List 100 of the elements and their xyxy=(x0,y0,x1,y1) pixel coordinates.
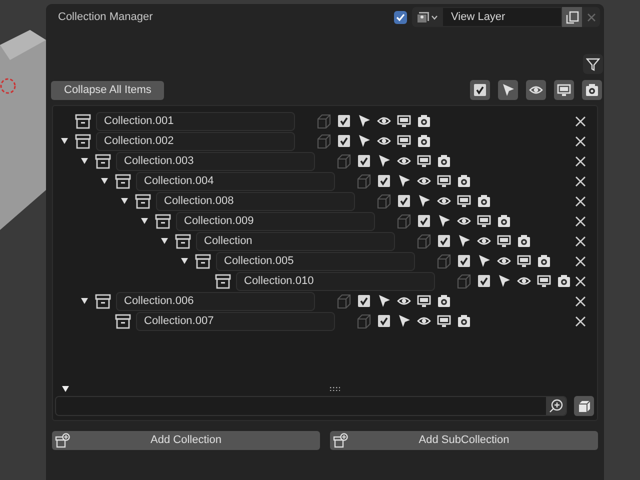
collection-name-field[interactable]: Collection.006 xyxy=(116,292,315,310)
camera-icon[interactable] xyxy=(557,274,571,288)
camera-icon[interactable] xyxy=(537,254,551,268)
camera-icon[interactable] xyxy=(437,294,451,308)
monitor-icon[interactable] xyxy=(437,174,451,188)
filter-icon xyxy=(586,57,600,71)
collection-name-field[interactable]: Collection.003 xyxy=(116,152,315,170)
expand-arrow-icon[interactable] xyxy=(120,198,128,204)
expand-arrow-icon[interactable] xyxy=(100,178,108,184)
close-icon[interactable] xyxy=(575,136,586,146)
collapse-arrow-icon[interactable] xyxy=(62,386,69,392)
expand-arrow-icon[interactable] xyxy=(60,138,68,144)
camera-icon[interactable] xyxy=(457,314,471,328)
checkbox[interactable] xyxy=(418,215,430,227)
checkbox[interactable] xyxy=(358,155,370,167)
collection-name-field[interactable]: Collection xyxy=(196,232,395,250)
camera-icon[interactable] xyxy=(477,194,491,208)
close-icon[interactable] xyxy=(575,256,586,266)
collection-name-field[interactable]: Collection.002 xyxy=(96,132,295,150)
cursor-icon[interactable] xyxy=(417,194,431,208)
monitor-toggle-button[interactable] xyxy=(554,80,574,100)
camera-toggle-button[interactable] xyxy=(582,80,602,100)
cursor-icon xyxy=(501,83,515,97)
monitor-icon[interactable] xyxy=(397,134,411,148)
collapse-all-button[interactable]: Collapse All Items xyxy=(51,80,164,100)
monitor-icon[interactable] xyxy=(517,254,531,268)
archive-icon xyxy=(75,134,91,148)
monitor-icon[interactable] xyxy=(417,294,431,308)
close-icon[interactable] xyxy=(575,156,586,166)
cursor-icon[interactable] xyxy=(397,174,411,188)
checkbox[interactable] xyxy=(378,315,390,327)
checkbox[interactable] xyxy=(338,135,350,147)
filter-button[interactable] xyxy=(583,54,603,74)
collection-name-field[interactable]: Collection.010 xyxy=(236,272,435,290)
collection-name-field[interactable]: Collection.008 xyxy=(156,192,355,210)
collection-name-field[interactable]: Collection.005 xyxy=(216,252,415,270)
camera-icon[interactable] xyxy=(517,234,531,248)
monitor-icon[interactable] xyxy=(437,314,451,328)
expand-arrow-icon[interactable] xyxy=(160,238,168,244)
monitor-icon[interactable] xyxy=(417,154,431,168)
camera-icon[interactable] xyxy=(457,174,471,188)
checkbox[interactable] xyxy=(358,295,370,307)
expand-arrow-icon[interactable] xyxy=(140,218,148,224)
object-button[interactable] xyxy=(574,396,594,416)
monitor-icon[interactable] xyxy=(457,194,471,208)
camera-icon[interactable] xyxy=(417,134,431,148)
checkbox[interactable] xyxy=(458,255,470,267)
add-collection-button[interactable]: Add Collection xyxy=(52,431,320,450)
checkbox[interactable] xyxy=(478,275,490,287)
cursor-icon[interactable] xyxy=(377,154,391,168)
eye-toggle-button[interactable] xyxy=(526,80,546,100)
monitor-icon[interactable] xyxy=(397,114,411,128)
collection-name-field[interactable]: Collection.004 xyxy=(136,172,335,190)
monitor-icon[interactable] xyxy=(477,214,491,228)
checkbox-toggle-button[interactable] xyxy=(470,80,490,100)
view-layer-field[interactable]: View Layer xyxy=(442,7,562,27)
resize-grip-icon[interactable] xyxy=(330,387,340,391)
cursor-icon[interactable] xyxy=(477,254,491,268)
checkbox[interactable] xyxy=(338,115,350,127)
close-icon[interactable] xyxy=(575,196,586,206)
add-filter-button[interactable] xyxy=(546,397,566,415)
close-icon[interactable] xyxy=(575,276,586,286)
cursor-icon[interactable] xyxy=(357,134,371,148)
collection-name-field[interactable]: Collection.001 xyxy=(96,112,295,130)
checkbox[interactable] xyxy=(438,235,450,247)
close-icon[interactable] xyxy=(575,116,586,126)
add-collection-button[interactable]: Add SubCollection xyxy=(330,431,598,450)
checkbox[interactable] xyxy=(398,195,410,207)
archive-icon xyxy=(95,294,111,308)
expand-arrow-icon[interactable] xyxy=(180,258,188,264)
expand-arrow-icon[interactable] xyxy=(80,298,88,304)
cursor-icon[interactable] xyxy=(497,274,511,288)
cursor-icon[interactable] xyxy=(397,314,411,328)
cursor-icon[interactable] xyxy=(357,114,371,128)
close-icon[interactable] xyxy=(575,316,586,326)
expand-arrow-icon[interactable] xyxy=(80,158,88,164)
close-icon[interactable] xyxy=(575,216,586,226)
copy-button[interactable] xyxy=(562,7,582,27)
checkbox[interactable] xyxy=(394,10,407,24)
close-icon[interactable] xyxy=(575,176,586,186)
checkbox[interactable] xyxy=(378,175,390,187)
monitor-icon[interactable] xyxy=(497,234,511,248)
collection-name-field[interactable]: Collection.007 xyxy=(136,312,335,330)
cursor-icon[interactable] xyxy=(377,294,391,308)
cursor-icon[interactable] xyxy=(457,234,471,248)
camera-icon[interactable] xyxy=(437,154,451,168)
view-layer-dropdown[interactable] xyxy=(412,7,442,27)
cursor-icon[interactable] xyxy=(437,214,451,228)
close-button[interactable] xyxy=(582,7,600,27)
camera-icon[interactable] xyxy=(417,114,431,128)
cursor-toggle-button[interactable] xyxy=(498,80,518,100)
add-collection-icon xyxy=(333,433,348,448)
close-icon[interactable] xyxy=(575,236,586,246)
monitor-icon[interactable] xyxy=(537,274,551,288)
archive-icon xyxy=(215,274,231,288)
camera-icon[interactable] xyxy=(497,214,511,228)
close-icon[interactable] xyxy=(575,296,586,306)
search-field[interactable] xyxy=(55,396,567,416)
3d-cursor-icon xyxy=(0,78,16,94)
collection-name-field[interactable]: Collection.009 xyxy=(176,212,375,230)
